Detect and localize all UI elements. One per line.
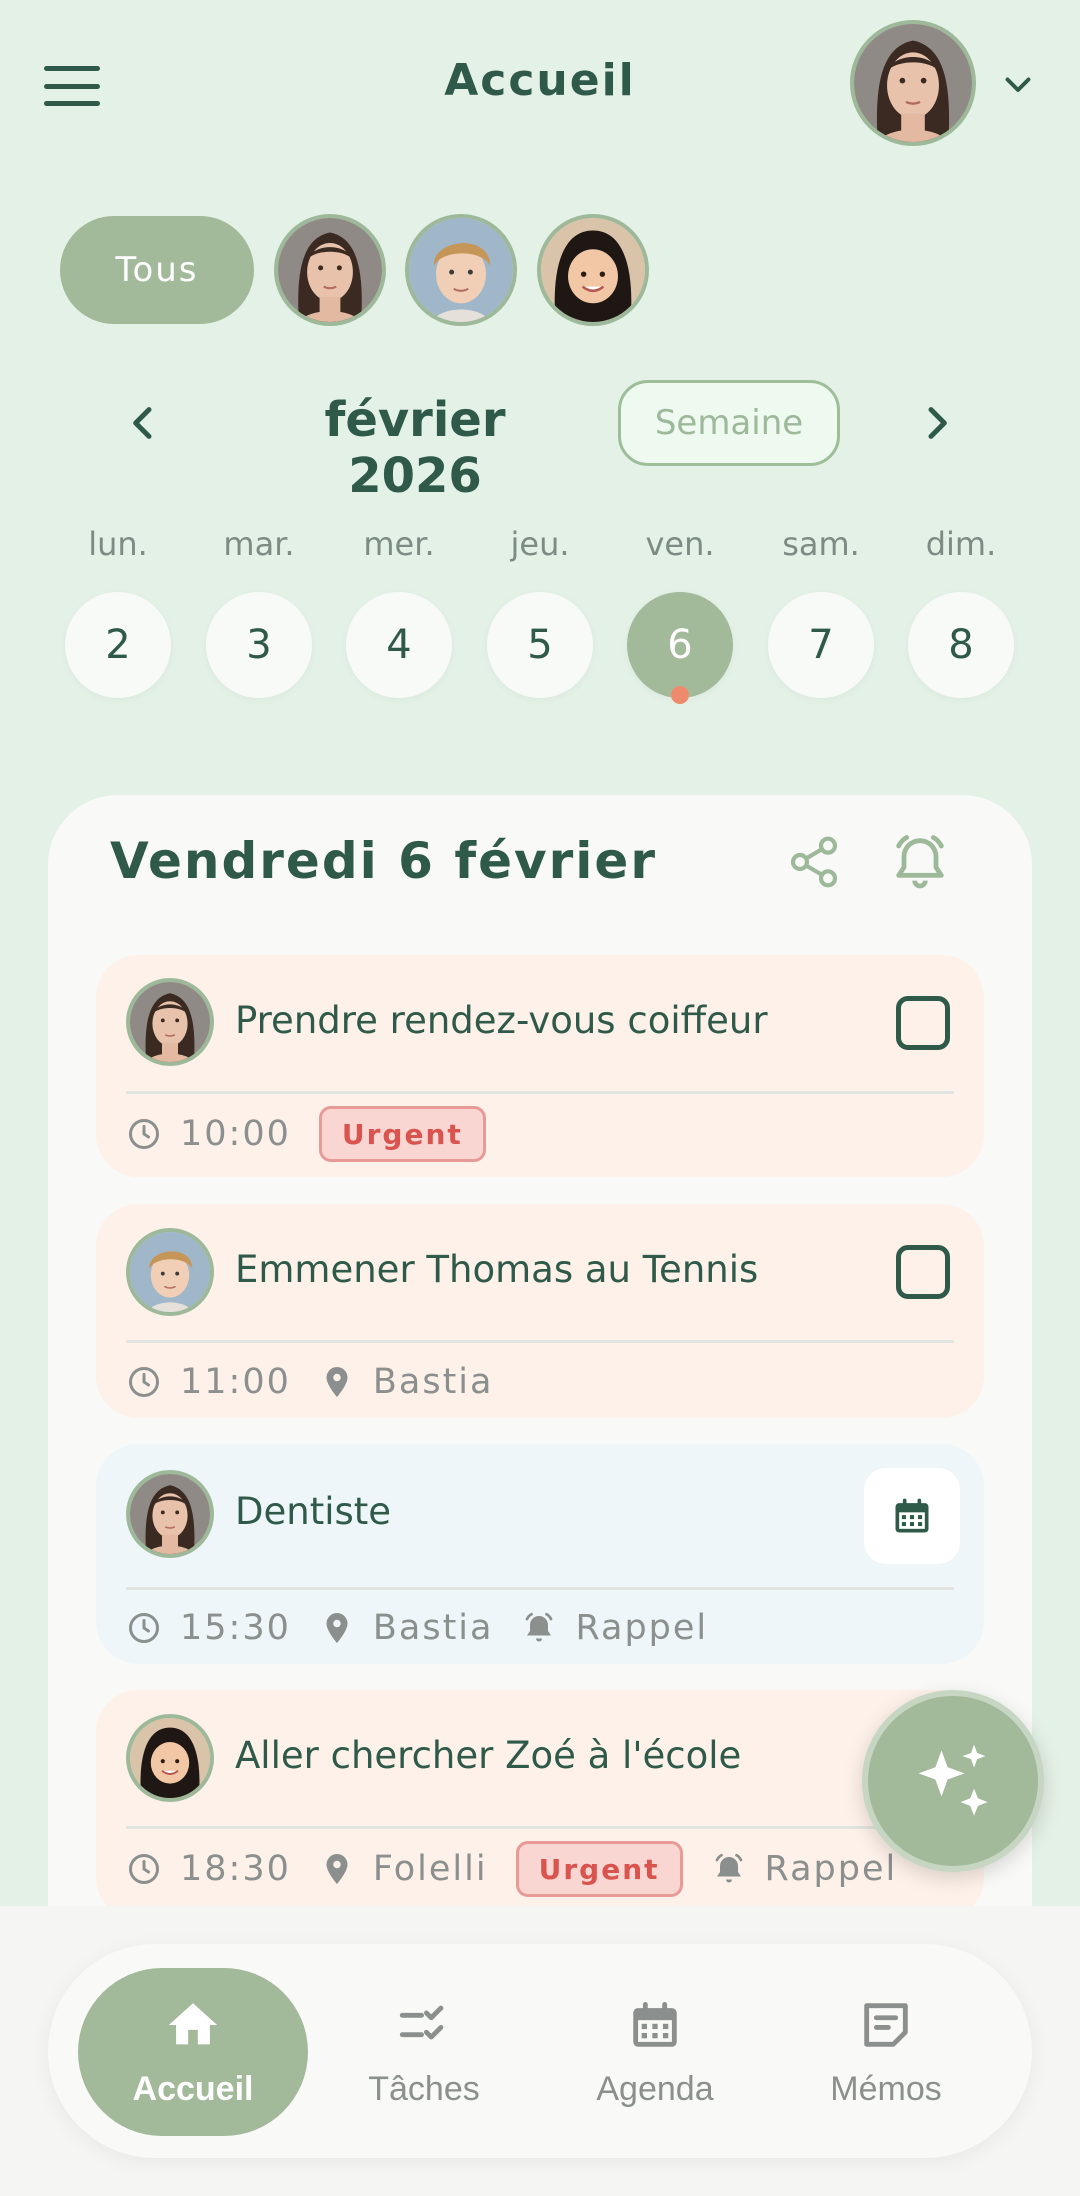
- task-title: Aller chercher Zoé à l'école: [235, 1734, 742, 1777]
- date-cell[interactable]: 5: [487, 592, 593, 698]
- bell-alert-icon: [715, 1853, 742, 1883]
- chevron-right-icon[interactable]: [916, 403, 956, 443]
- task-location: Bastia: [372, 1608, 494, 1648]
- bell-alert-icon: [526, 1612, 553, 1642]
- date-cell[interactable]: 8: [908, 592, 1014, 698]
- ai-assistant-button[interactable]: [862, 1690, 1044, 1872]
- chevron-left-icon[interactable]: [124, 403, 164, 443]
- bell-alert-icon[interactable]: [888, 830, 952, 894]
- task-meta: 11:00 Bastia: [126, 1357, 493, 1407]
- calendar-event-icon[interactable]: [864, 1468, 960, 1564]
- task-reminder: Rappel: [575, 1608, 709, 1648]
- day-of-week-label: dim.: [925, 525, 997, 563]
- date-cell-selected[interactable]: 6: [627, 592, 733, 698]
- nav-memos[interactable]: Mémos: [771, 1968, 1001, 2136]
- day-of-week-label: lun.: [88, 525, 148, 563]
- avatar: [126, 978, 214, 1066]
- nav-home[interactable]: Accueil: [78, 1968, 308, 2136]
- date-cell[interactable]: 7: [768, 592, 874, 698]
- day-card-title: Vendredi 6 février: [110, 832, 657, 890]
- location-pin-icon: [326, 1854, 348, 1884]
- avatar: [126, 1714, 214, 1802]
- filter-avatar-mother[interactable]: [274, 214, 386, 326]
- event-indicator-dot: [671, 686, 689, 704]
- avatar: [126, 1470, 214, 1558]
- date-cell[interactable]: 3: [206, 592, 312, 698]
- clock-icon: [129, 1119, 159, 1149]
- task-title: Prendre rendez-vous coiffeur: [235, 999, 768, 1042]
- urgent-badge: Urgent: [318, 1106, 486, 1162]
- nav-tasks[interactable]: Tâches: [309, 1968, 539, 2136]
- clock-icon: [129, 1613, 159, 1643]
- day-of-week-label: mar.: [223, 525, 295, 563]
- month-label: février 2026: [324, 392, 506, 504]
- day-of-week-label: ven.: [645, 525, 715, 563]
- task-checkbox[interactable]: [896, 1245, 950, 1299]
- nav-label: Accueil: [132, 2069, 254, 2108]
- task-checkbox[interactable]: [896, 996, 950, 1050]
- profile-avatar[interactable]: [850, 20, 976, 146]
- home-icon: [168, 2002, 218, 2044]
- nav-label: Mémos: [830, 2069, 942, 2108]
- task-time: 18:30: [180, 1849, 291, 1889]
- task-location: Folelli: [372, 1849, 488, 1889]
- clock-icon: [129, 1367, 159, 1397]
- divider: [126, 1091, 954, 1094]
- day-of-week-label: sam.: [782, 525, 860, 563]
- urgent-badge: Urgent: [515, 1841, 683, 1897]
- task-title: Dentiste: [235, 1490, 392, 1533]
- filter-avatar-boy[interactable]: [405, 214, 517, 326]
- avatar: [126, 1228, 214, 1316]
- divider: [126, 1587, 954, 1590]
- day-of-week-label: jeu.: [510, 525, 570, 563]
- view-mode-button[interactable]: Semaine: [618, 380, 840, 466]
- task-reminder: Rappel: [764, 1849, 898, 1889]
- calendar-icon: [895, 1498, 929, 1533]
- date-cell[interactable]: 2: [65, 592, 171, 698]
- task-location: Bastia: [372, 1362, 494, 1402]
- task-title: Emmener Thomas au Tennis: [235, 1248, 759, 1291]
- chevron-down-icon[interactable]: [1000, 66, 1036, 102]
- nav-label: Agenda: [596, 2069, 714, 2108]
- task-time: 15:30: [180, 1608, 291, 1648]
- date-cell[interactable]: 4: [346, 592, 452, 698]
- task-meta: 18:30 Folelli Urgent Rappel: [126, 1841, 898, 1897]
- sparkles-icon: [918, 1744, 988, 1816]
- nav-label: Tâches: [368, 2069, 480, 2108]
- share-icon[interactable]: [786, 834, 842, 890]
- nav-agenda[interactable]: Agenda: [540, 1968, 770, 2136]
- location-pin-icon: [326, 1613, 348, 1643]
- day-of-week-label: mer.: [363, 525, 435, 563]
- clock-icon: [129, 1854, 159, 1884]
- checklist-icon: [399, 2005, 444, 2039]
- note-icon: [864, 2002, 908, 2047]
- task-meta: 15:30 Bastia Rappel: [126, 1603, 708, 1653]
- divider: [126, 1826, 954, 1829]
- filter-all-chip[interactable]: Tous: [60, 216, 254, 324]
- task-time: 10:00: [180, 1114, 291, 1154]
- task-time: 11:00: [180, 1362, 291, 1402]
- calendar-icon: [633, 2001, 677, 2047]
- divider: [126, 1340, 954, 1343]
- task-meta: 10:00 Urgent: [126, 1106, 486, 1162]
- location-pin-icon: [326, 1367, 348, 1397]
- filter-avatar-girl[interactable]: [537, 214, 649, 326]
